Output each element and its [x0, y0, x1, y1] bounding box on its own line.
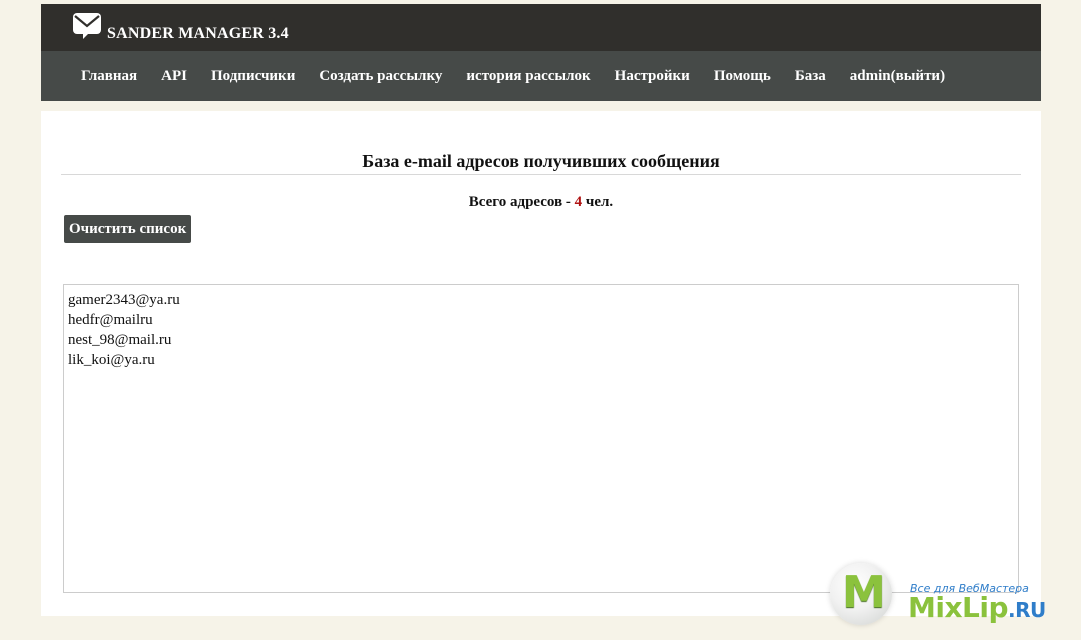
page-title: База e-mail адресов получивших сообщения [61, 151, 1021, 175]
total-addresses: Всего адресов - 4 чел. [41, 194, 1041, 211]
email-item: lik_koi@ya.ru [68, 352, 155, 368]
top-bar: SANDER MANAGER 3.4 [41, 4, 1041, 51]
mail-icon [73, 13, 101, 39]
nav-mailing-history[interactable]: история рассылок [466, 68, 590, 85]
app-header: SANDER MANAGER 3.4 Главная API Подписчик… [41, 4, 1041, 101]
main-nav: Главная API Подписчики Создать рассылку … [41, 51, 1041, 101]
nav-create-mailing[interactable]: Создать рассылку [319, 68, 442, 85]
email-list-textarea[interactable]: gamer2343@ya.ru hedfr@mailru nest_98@mai… [63, 284, 1019, 593]
nav-database[interactable]: База [795, 68, 826, 85]
total-label: Всего адресов - [468, 194, 575, 210]
nav-subscribers[interactable]: Подписчики [211, 68, 295, 85]
clear-list-button[interactable]: Очистить список [64, 215, 192, 243]
watermark-name: MixLip.RU [908, 591, 1046, 624]
app-title: SANDER MANAGER 3.4 [107, 25, 289, 42]
content-panel: База e-mail адресов получивших сообщения… [41, 111, 1041, 616]
nav-admin-logout[interactable]: admin(выйти) [850, 68, 945, 85]
watermark-tld: .RU [1008, 598, 1046, 622]
nav-settings[interactable]: Настройки [615, 68, 690, 85]
total-unit: чел. [582, 194, 614, 210]
email-item: hedfr@mailru [68, 312, 153, 328]
email-item: gamer2343@ya.ru [68, 292, 180, 308]
nav-api[interactable]: API [161, 68, 187, 85]
nav-home[interactable]: Главная [81, 68, 137, 85]
email-item: nest_98@mail.ru [68, 332, 172, 348]
site-watermark: M Все для ВебМастера MixLip.RU [822, 561, 1072, 631]
nav-help[interactable]: Помощь [714, 68, 771, 85]
watermark-letter: M [842, 567, 886, 618]
watermark-name-text: MixLip [908, 591, 1009, 624]
